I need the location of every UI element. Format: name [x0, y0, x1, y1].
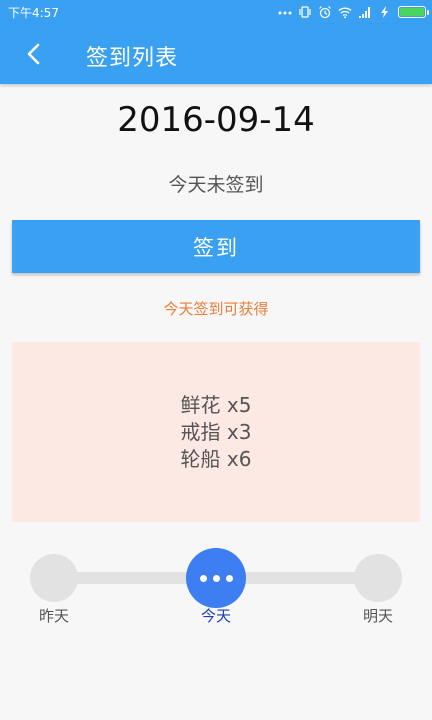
reward-panel: 鲜花 x5 戒指 x3 轮船 x6	[12, 342, 420, 522]
page-title: 签到列表	[86, 46, 179, 71]
more-dot-icon	[199, 574, 207, 582]
reward-item: 轮船 x6	[180, 446, 252, 471]
status-icons	[278, 3, 429, 21]
checkin-screen: 下午4:57 签到列表 2016-09-14 今天未签到 签到 今天签到可获得 …	[0, 0, 432, 720]
more-dots-icon	[278, 11, 292, 15]
timeline-label-yesterday: 昨天	[38, 607, 69, 625]
vibrate-icon	[299, 6, 311, 18]
battery-icon	[398, 6, 429, 18]
status-bar: 下午4:57	[0, 0, 432, 24]
timeline-label-today: 今天	[200, 607, 231, 625]
signal-icon	[359, 7, 370, 18]
timeline-label-tomorrow: 明天	[362, 607, 393, 625]
back-arrow-icon	[27, 43, 40, 65]
checkin-status: 今天未签到	[168, 174, 264, 196]
app-bar: 签到列表	[0, 24, 432, 84]
reward-item: 戒指 x3	[180, 419, 252, 444]
reward-item: 鲜花 x5	[180, 392, 252, 417]
reward-note: 今天签到可获得	[163, 300, 269, 318]
timeline-node-today[interactable]	[186, 548, 246, 608]
more-dot-icon	[212, 574, 220, 582]
wifi-icon	[338, 7, 352, 19]
charging-icon	[381, 6, 388, 18]
status-time: 下午4:57	[8, 6, 59, 20]
more-dot-icon	[225, 574, 233, 582]
alarm-icon	[319, 6, 331, 19]
timeline-node-tomorrow[interactable]	[354, 554, 402, 602]
back-button[interactable]	[16, 36, 52, 72]
timeline-node-yesterday[interactable]	[30, 554, 78, 602]
checkin-button[interactable]: 签到	[12, 220, 420, 273]
day-timeline: 昨天 今天 明天	[0, 548, 432, 638]
current-date: 2016-09-14	[117, 100, 315, 140]
